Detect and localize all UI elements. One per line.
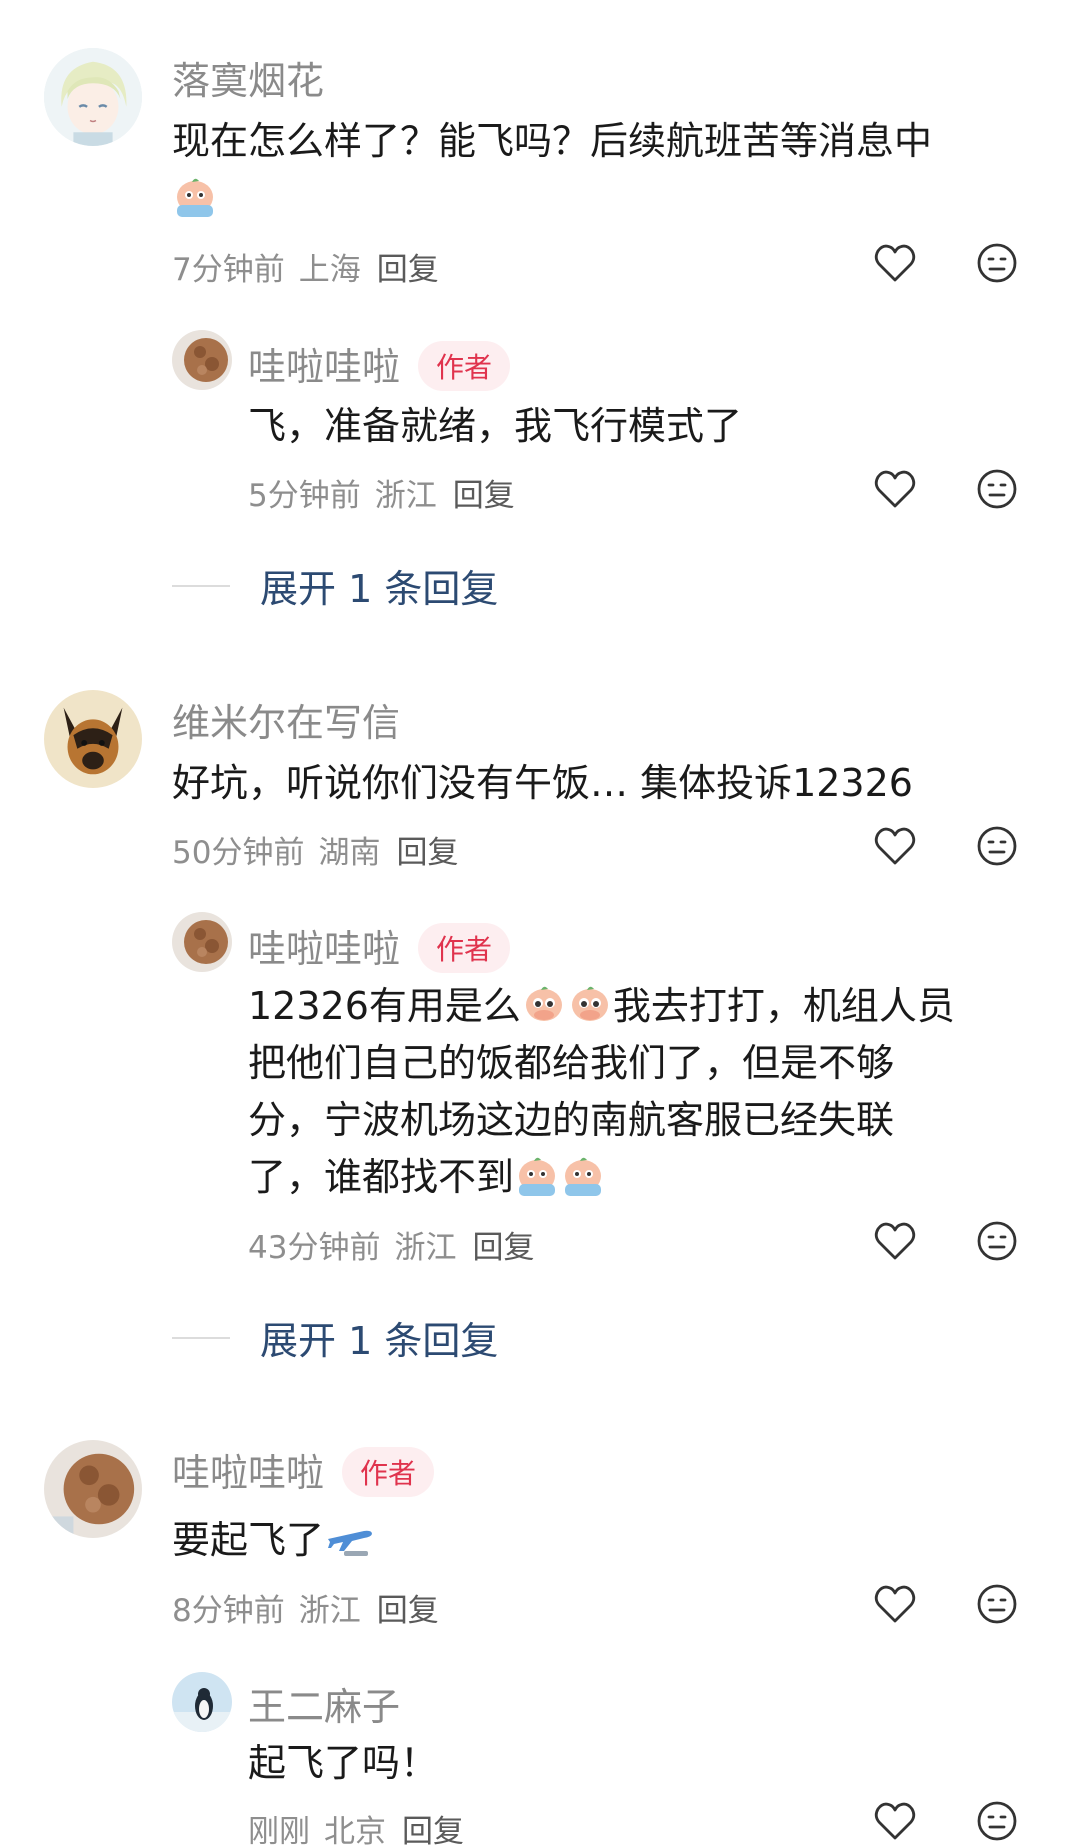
comment-location: 浙江 [298, 1593, 361, 1629]
author-badge: 作者 [342, 1446, 435, 1497]
like-icon[interactable] [872, 1798, 918, 1844]
reply-avatar[interactable] [172, 1672, 232, 1732]
reply-button[interactable]: 回复 [377, 1593, 439, 1629]
reply-text: 起飞了吗！ [248, 1741, 439, 1785]
reply-location: 北京 [324, 1814, 386, 1845]
reply-username[interactable]: 王二麻子 [248, 1676, 400, 1731]
username[interactable]: 哇啦哇啦 作者 [172, 1442, 435, 1501]
comment-text: 要起飞了 [172, 1512, 376, 1569]
comment-item: 哇啦哇啦 作者 要起飞了 8分钟前 浙江 回复 王二麻子 起飞了吗！ 刚刚 北京 回复 [0, 0, 1080, 1845]
like-icon[interactable] [872, 1581, 918, 1627]
airplane-emoji-icon [324, 1518, 376, 1556]
comment-text-line: 要起飞了 [172, 1518, 325, 1562]
username-text: 哇啦哇啦 [172, 1451, 325, 1495]
reply-time: 刚刚 [248, 1814, 310, 1845]
teddy-bear-avatar-icon [44, 1440, 142, 1538]
comment-time: 8分钟前 [172, 1593, 285, 1629]
dislike-icon[interactable] [974, 1798, 1020, 1844]
penguin-avatar-icon [172, 1672, 232, 1732]
reply-button[interactable]: 回复 [402, 1814, 464, 1845]
dislike-icon[interactable] [974, 1581, 1020, 1627]
reply-meta: 刚刚 北京 回复 [248, 1806, 464, 1845]
user-avatar[interactable] [44, 1440, 142, 1538]
comment-meta: 8分钟前 浙江 回复 [172, 1585, 439, 1630]
